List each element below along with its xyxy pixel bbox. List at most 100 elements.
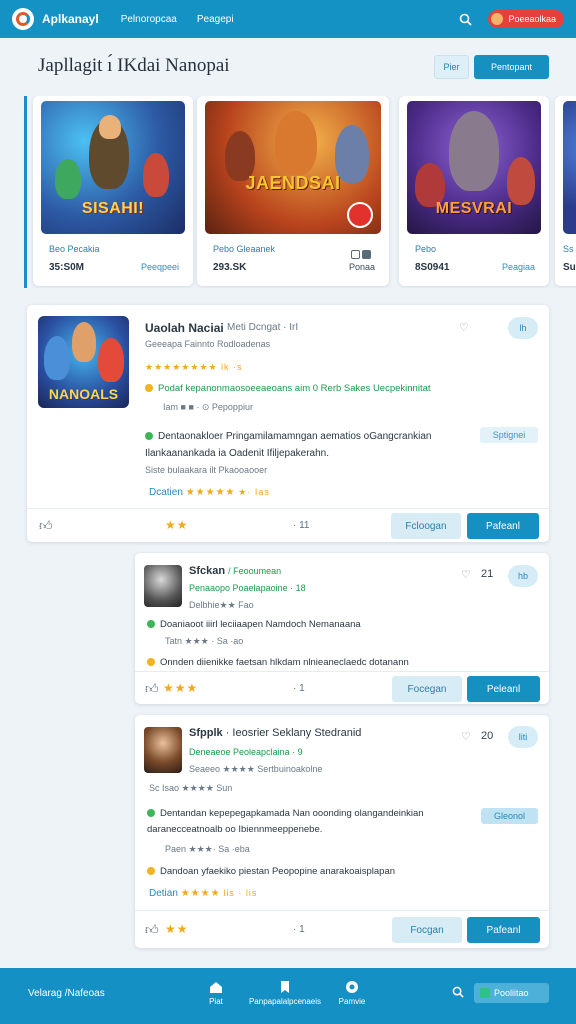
top-bar: Aplkanayl Pelnoropcaa Peagepi Poeeaolkaa (0, 0, 576, 38)
bullet-icon (147, 620, 155, 628)
primary-button[interactable]: Pafeanl (467, 513, 539, 539)
profile-button[interactable]: Poeeaolkaa (488, 10, 564, 28)
reviewer-name[interactable]: Sfckan / Feooumean (189, 565, 281, 577)
filter-button[interactable]: Pier (434, 55, 469, 79)
review-body: Onnden diienikke faetsan hlkdam nlnieane… (147, 657, 409, 668)
nav-link-2[interactable]: Peagepi (197, 14, 234, 25)
review-actions: 👍︎ ★★ · 1 Focgan Pafeanl (135, 910, 549, 948)
bookmark-icon (281, 981, 289, 993)
highlight-line: Podaf kepanonmaosoeeaeoans aim 0 Rerb Sa… (145, 383, 431, 394)
rating-line: Detian ★★★★ lis · lis (149, 888, 258, 899)
bullet-icon (145, 384, 153, 392)
game-title: Pebo (415, 244, 437, 254)
primary-button[interactable]: Peleanl (467, 676, 540, 702)
review-card[interactable]: Sfckan / Feooumean ♡ 21 hb Penaaopo Poae… (135, 553, 549, 704)
secondary-button[interactable]: Fcloogan (391, 513, 461, 539)
nav-bookmarks-label: Panpapalalpcenaeis (248, 997, 322, 1006)
game-art-title: JAENDSAI (245, 173, 341, 193)
highlight-line: Dandoan yfaekiko piestan Peopopine anara… (147, 866, 395, 877)
game-link[interactable]: Peagiaa (502, 262, 535, 272)
heart-count: 20 (481, 730, 494, 742)
star-rating: Seaeeo ★★★★ Sertbuinoakolne (189, 764, 323, 774)
reviewer-avatar[interactable] (144, 727, 182, 773)
sale-badge-icon (347, 202, 373, 228)
thumbnail-title: NANOALS (48, 386, 119, 402)
bottom-bar: Velarag /Nafeoas Piat Panpapalalpcenaeis… (0, 968, 576, 1024)
game-card[interactable]: Ss Su (555, 96, 576, 286)
game-card[interactable]: JAENDSAI Pebo Gleaanek 293.SK Ponaa (197, 96, 389, 286)
footer-chip-button[interactable]: Pooliitao (474, 983, 549, 1003)
nav-home[interactable]: Piat (180, 980, 252, 1006)
stat-line: Siste bulaakara ilt Pkaooaooer (145, 465, 268, 475)
nav-link-1[interactable]: Pelnoropcaa (121, 14, 177, 25)
nav-discover[interactable]: Pamvie (316, 980, 388, 1006)
review-meta: Deneaeoe Peoleapclaina · 9 (189, 747, 303, 757)
like-count: · 1 (293, 924, 305, 935)
game-artwork: MESVRAI (407, 101, 541, 234)
review-card[interactable]: NANOALS Uaolah Naciai Meti Dcngat · IrI … (27, 305, 549, 542)
category-tag[interactable]: Sptignei (480, 427, 538, 443)
tags-line: Tatn ★★★ · Sa ·ao (165, 636, 244, 646)
game-link[interactable]: Peeqpeei (141, 262, 179, 272)
review-body: Dentandan kepepegapkamada Nan ooonding o… (147, 808, 424, 835)
reviewer-name[interactable]: Uaolah Naciai (145, 321, 224, 335)
review-card[interactable]: Sfpplk · Ieosrier Seklany Stedranid ♡ 20… (135, 715, 549, 948)
primary-action-button[interactable]: Pentopant (474, 55, 549, 79)
heart-icon[interactable]: ♡ (461, 568, 471, 581)
star-rating: ★★★★★★★★ lk ·s (145, 362, 243, 372)
footer-brand[interactable]: Velarag /Nafeoas (28, 988, 105, 999)
secondary-button[interactable]: Focgan (392, 917, 462, 943)
stat-line: Sc Isao ★★★★ Sun (149, 783, 233, 793)
game-art-title: MESVRAI (435, 200, 513, 217)
app-logo-icon[interactable] (12, 8, 34, 30)
search-icon[interactable] (452, 986, 464, 1001)
reviewer-subtitle: Meti Dcngat · IrI (227, 322, 299, 333)
game-artwork: SISAHI! (41, 101, 185, 234)
like-count: · 1 (293, 683, 305, 694)
game-count: Su (563, 262, 576, 273)
review-actions: 👍︎ ★★ · 11 Fcloogan Pafeanl (27, 508, 549, 542)
game-title: Ss (563, 244, 574, 254)
game-thumbnail[interactable]: NANOALS (38, 316, 129, 408)
secondary-button[interactable]: Focegan (392, 676, 462, 702)
review-meta: Geeeapa Fainnto Rodloadenas (145, 339, 271, 349)
reaction-pill[interactable]: liti (508, 726, 538, 748)
brand-name[interactable]: Aplkanayl (42, 12, 99, 26)
search-icon[interactable] (456, 10, 474, 28)
reviewer-avatar[interactable] (144, 565, 182, 607)
category-tag[interactable]: Gleonol (481, 808, 538, 824)
rating-line: Dcatien ★★★★★ ★· Ias (149, 487, 270, 498)
bullet-icon (145, 432, 153, 440)
review-meta: Penaaopo Poaelapaoine · 18 (189, 583, 306, 593)
tags-line: Paen ★★★· Sa ·eba (165, 844, 250, 854)
game-title: Beo Pecakia (49, 244, 100, 254)
heart-icon[interactable]: ♡ (459, 321, 469, 334)
reaction-pill[interactable]: lh (508, 317, 538, 339)
review-body: Dentaonakloer Pringamilamamngan aematios… (145, 431, 432, 459)
heart-count: 21 (481, 568, 494, 580)
game-art-title: SISAHI! (81, 200, 145, 217)
game-artwork (563, 101, 576, 234)
heart-icon[interactable]: ♡ (461, 730, 471, 743)
game-card[interactable]: MESVRAI Pebo 8S0941 Peagiaa (399, 96, 549, 286)
globe-icon (346, 981, 358, 993)
action-stars: ★★★ (163, 681, 199, 695)
like-count: · 11 (293, 520, 310, 531)
action-stars: ★★ (165, 922, 189, 936)
thumbs-up-icon[interactable]: 👍︎ (145, 681, 159, 697)
game-carousel[interactable]: SISAHI! Beo Pecakia 35:S0M Peeqpeei JAEN… (24, 96, 576, 288)
window-icon[interactable] (351, 246, 373, 264)
reaction-pill[interactable]: hb (508, 565, 538, 587)
highlight-line: Doaniaoot iiirl leciiaapen Namdoch Neman… (147, 619, 361, 630)
game-card[interactable]: SISAHI! Beo Pecakia 35:S0M Peeqpeei (33, 96, 193, 286)
thumbs-up-icon[interactable]: 👍︎ (145, 922, 159, 938)
bullet-icon (147, 809, 155, 817)
primary-button[interactable]: Pafeanl (467, 917, 540, 943)
action-stars: ★★ (165, 518, 189, 532)
nav-bookmarks[interactable]: Panpapalalpcenaeis (246, 980, 324, 1006)
nav-home-label: Piat (209, 997, 223, 1006)
thumbs-up-icon[interactable]: 👍︎ (39, 518, 53, 534)
reviewer-name[interactable]: Sfpplk · Ieosrier Seklany Stedranid (189, 727, 361, 739)
game-count: 293.SK (213, 262, 247, 273)
home-icon (210, 982, 222, 993)
